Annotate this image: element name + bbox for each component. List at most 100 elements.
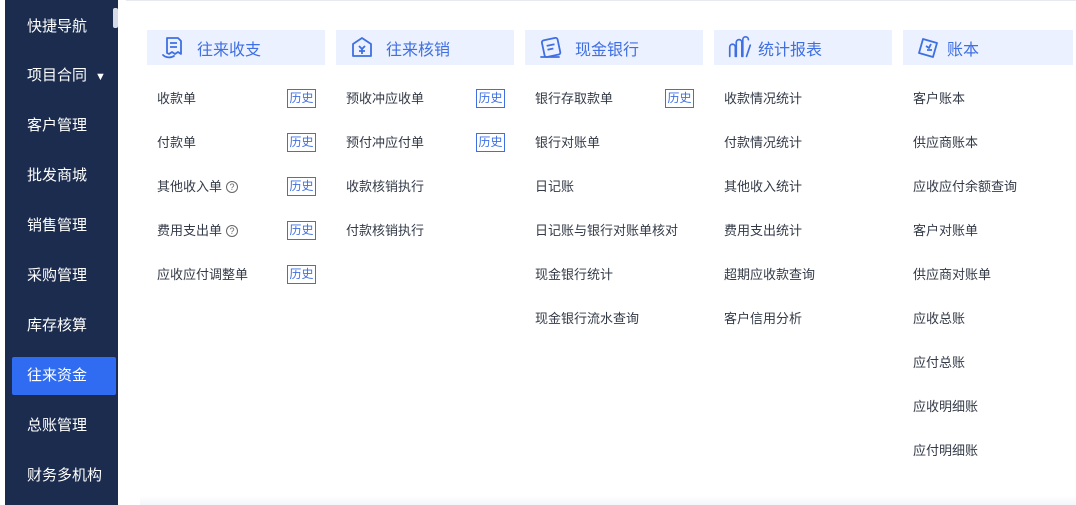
link-cash-bank-flow-query[interactable]: 现金银行流水查询 (535, 309, 639, 329)
link-label: 其他收入单 (157, 179, 223, 194)
column-receipts-payments: 往来收支 收款单 付款单 其他收入单? 费用支出单? 应收应付调整单 历史 历史… (147, 30, 325, 284)
link-cash-bank-stats[interactable]: 现金银行统计 (535, 265, 613, 285)
link-customer-statement[interactable]: 客户对账单 (913, 221, 978, 241)
link-label: 现金银行统计 (535, 267, 614, 282)
link-receipt[interactable]: 收款单 (157, 89, 196, 109)
column-header: 现金银行 (525, 30, 703, 65)
link-advance-receipt-offset[interactable]: 预收冲应收单 (346, 89, 424, 109)
sidebar-item-wholesale-mall[interactable]: 批发商城 (5, 157, 118, 195)
sidebar-item-label: 往来资金 (27, 367, 88, 384)
link-ar-general-ledger[interactable]: 应收总账 (913, 309, 965, 329)
history-button[interactable]: 历史 (476, 89, 505, 108)
sidebar-item-inventory-accounting[interactable]: 库存核算 (5, 307, 118, 345)
link-label: 应付明细账 (913, 443, 979, 458)
link-journal[interactable]: 日记账 (535, 177, 574, 197)
link-label: 应付总账 (913, 355, 966, 370)
history-button[interactable]: 历史 (665, 89, 694, 108)
top-divider (126, 0, 1076, 6)
link-ap-detail-ledger[interactable]: 应付明细账 (913, 441, 978, 461)
link-expense[interactable]: 费用支出单? (157, 221, 239, 241)
column-header: 往来核销 (336, 30, 514, 65)
ledger-icon (915, 34, 943, 62)
link-label: 应收应付调整单 (157, 267, 249, 282)
link-label: 客户对账单 (913, 223, 979, 238)
link-label: 付款单 (157, 135, 197, 150)
link-label: 付款情况统计 (724, 135, 803, 150)
history-button[interactable]: 历史 (287, 89, 316, 108)
link-label: 供应商对账单 (913, 267, 992, 282)
link-label: 预收冲应收单 (346, 91, 425, 106)
link-label: 应收明细账 (913, 399, 979, 414)
link-label: 日记账与银行对账单核对 (535, 223, 679, 238)
sidebar-item-label: 采购管理 (27, 267, 88, 284)
sidebar-item-project-contract[interactable]: 项目合同 ▼ (5, 57, 118, 95)
bottom-edge (140, 496, 1076, 505)
link-journal-reconcile[interactable]: 日记账与银行对账单核对 (535, 221, 678, 241)
link-receipt-stats[interactable]: 收款情况统计 (724, 89, 802, 109)
column-header: 账本 (903, 30, 1073, 65)
link-bank-statement[interactable]: 银行对账单 (535, 133, 600, 153)
sidebar-item-quick-nav[interactable]: 快捷导航 (5, 8, 118, 46)
history-button[interactable]: 历史 (287, 265, 316, 284)
sidebar-item-label: 客户管理 (27, 117, 88, 134)
column-header: 统计报表 (714, 30, 892, 65)
link-label: 日记账 (535, 179, 575, 194)
column-title: 往来核销 (386, 41, 451, 59)
help-icon[interactable]: ? (226, 225, 239, 237)
link-supplier-statement[interactable]: 供应商对账单 (913, 265, 991, 285)
history-button[interactable]: 历史 (287, 133, 316, 152)
link-bank-deposit-withdrawal[interactable]: 银行存取款单 (535, 89, 613, 109)
link-label: 收款情况统计 (724, 91, 803, 106)
column-title: 账本 (947, 41, 980, 59)
link-advance-payment-offset[interactable]: 预付冲应付单 (346, 133, 424, 153)
link-label: 客户信用分析 (724, 311, 803, 326)
link-payment-write-off[interactable]: 付款核销执行 (346, 221, 424, 241)
sidebar-item-purchase-mgmt[interactable]: 采购管理 (5, 257, 118, 295)
caret-down-icon: ▼ (95, 71, 106, 83)
sidebar: 快捷导航 项目合同 ▼ 客户管理 批发商城 销售管理 采购管理 库存核算 往来资金… (5, 0, 118, 505)
link-payment-stats[interactable]: 付款情况统计 (724, 133, 802, 153)
link-ap-general-ledger[interactable]: 应付总账 (913, 353, 965, 373)
link-ar-ap-adjustment[interactable]: 应收应付调整单 (157, 265, 248, 285)
link-other-income-stats[interactable]: 其他收入统计 (724, 177, 802, 197)
link-payment[interactable]: 付款单 (157, 133, 196, 153)
bank-card-icon (537, 34, 565, 62)
history-button[interactable]: 历史 (287, 177, 316, 196)
column-title: 往来收支 (197, 41, 262, 59)
sidebar-item-label: 快捷导航 (27, 18, 88, 35)
sidebar-item-funds[interactable]: 往来资金 (12, 357, 116, 395)
history-button[interactable]: 历史 (476, 133, 505, 152)
sidebar-item-label: 项目合同 (27, 67, 88, 84)
link-ar-ap-balance-query[interactable]: 应收应付余额查询 (913, 177, 1017, 197)
link-label: 银行对账单 (535, 135, 601, 150)
link-other-income[interactable]: 其他收入单? (157, 177, 239, 197)
column-ledger: 账本 客户账本 供应商账本 应收应付余额查询 客户对账单 供应商对账单 应收总账… (903, 30, 1073, 458)
link-label: 收款核销执行 (346, 179, 425, 194)
link-receipt-write-off[interactable]: 收款核销执行 (346, 177, 424, 197)
link-label: 供应商账本 (913, 135, 979, 150)
sidebar-item-customer-mgmt[interactable]: 客户管理 (5, 107, 118, 145)
link-customer-ledger[interactable]: 客户账本 (913, 89, 965, 109)
link-label: 应收总账 (913, 311, 966, 326)
sidebar-item-general-ledger[interactable]: 总账管理 (5, 407, 118, 445)
sidebar-item-sales-mgmt[interactable]: 销售管理 (5, 207, 118, 245)
link-expense-stats[interactable]: 费用支出统计 (724, 221, 802, 241)
help-icon[interactable]: ? (226, 181, 239, 193)
link-label: 客户账本 (913, 91, 966, 106)
link-supplier-ledger[interactable]: 供应商账本 (913, 133, 978, 153)
voucher-icon (348, 34, 376, 62)
sidebar-item-multi-org-finance[interactable]: 财务多机构 (5, 457, 118, 495)
column-cash-bank: 现金银行 银行存取款单 银行对账单 日记账 日记账与银行对账单核对 现金银行统计… (525, 30, 703, 326)
column-reports: 统计报表 收款情况统计 付款情况统计 其他收入统计 费用支出统计 超期应收款查询… (714, 30, 892, 326)
sidebar-item-label: 库存核算 (27, 317, 88, 334)
link-ar-detail-ledger[interactable]: 应收明细账 (913, 397, 978, 417)
column-title: 现金银行 (575, 41, 640, 59)
column-write-off: 往来核销 预收冲应收单 预付冲应付单 收款核销执行 付款核销执行 历史 历史 (336, 30, 514, 238)
sidebar-item-label: 总账管理 (27, 417, 88, 434)
link-overdue-receivables[interactable]: 超期应收款查询 (724, 265, 815, 285)
link-customer-credit[interactable]: 客户信用分析 (724, 309, 802, 329)
link-label: 超期应收款查询 (724, 267, 816, 282)
link-label: 费用支出单 (157, 223, 223, 238)
history-button[interactable]: 历史 (287, 221, 316, 240)
sidebar-item-label: 销售管理 (27, 217, 88, 234)
